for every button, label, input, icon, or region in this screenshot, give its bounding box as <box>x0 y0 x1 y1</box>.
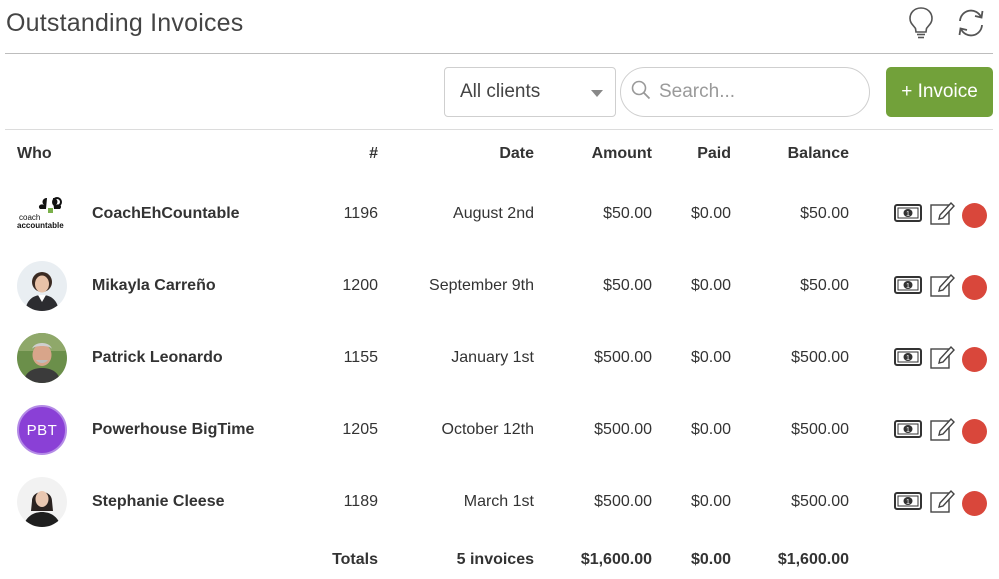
table-row[interactable]: Stephanie Cleese 1189 March 1st $500.00 $0.0… <box>0 466 999 538</box>
toolbar-divider <box>5 129 993 130</box>
refresh-icon[interactable] <box>953 4 989 42</box>
title-divider <box>5 53 993 54</box>
search-icon <box>631 80 651 105</box>
invoice-number[interactable]: 1205 <box>300 421 378 439</box>
invoice-paid: $0.00 <box>690 421 731 438</box>
invoice-balance: $500.00 <box>791 493 849 510</box>
svg-text:1: 1 <box>906 355 910 362</box>
svg-text:1: 1 <box>906 283 910 290</box>
search-box[interactable] <box>620 67 870 117</box>
invoice-date: August 2nd <box>453 205 534 222</box>
invoice-number[interactable]: 1200 <box>300 277 378 295</box>
edit-icon[interactable] <box>929 272 955 303</box>
invoice-balance: $50.00 <box>800 205 849 222</box>
totals-balance: $1,600.00 <box>777 551 849 568</box>
row-actions: 1 <box>894 200 987 231</box>
client-name-link[interactable]: Patrick Leonardo <box>92 349 223 367</box>
delete-dot-icon[interactable] <box>962 275 987 300</box>
money-bill-icon[interactable]: 1 <box>894 419 922 444</box>
column-header-balance[interactable]: Balance <box>750 145 849 163</box>
avatar[interactable] <box>17 333 67 383</box>
invoice-paid: $0.00 <box>690 205 731 222</box>
invoice-amount: $50.00 <box>603 277 652 294</box>
column-header-amount[interactable]: Amount <box>560 145 652 163</box>
edit-icon[interactable] <box>929 344 955 375</box>
money-bill-icon[interactable]: 1 <box>894 491 922 516</box>
logo-text-line2: accountable <box>17 221 64 230</box>
table-row[interactable]: coach accountable CoachEhCountable 1196 Augu… <box>0 178 999 250</box>
delete-dot-icon[interactable] <box>962 491 987 516</box>
delete-dot-icon[interactable] <box>962 347 987 372</box>
client-name-link[interactable]: Powerhouse BigTime <box>92 421 254 439</box>
avatar[interactable]: PBT <box>17 405 67 455</box>
row-actions: 1 <box>894 488 987 519</box>
column-header-paid[interactable]: Paid <box>670 145 731 163</box>
avatar[interactable] <box>17 261 67 311</box>
client-filter-select[interactable]: All clients <box>444 67 616 117</box>
invoice-amount: $500.00 <box>594 349 652 366</box>
invoice-amount: $500.00 <box>594 421 652 438</box>
invoice-number[interactable]: 1189 <box>300 493 378 511</box>
invoice-date: October 12th <box>441 421 535 438</box>
edit-icon[interactable] <box>929 200 955 231</box>
client-filter-value: All clients <box>460 81 541 102</box>
invoice-paid: $0.00 <box>690 493 731 510</box>
svg-text:1: 1 <box>906 211 910 218</box>
delete-dot-icon[interactable] <box>962 419 987 444</box>
totals-count: 5 invoices <box>456 551 534 568</box>
invoice-date: March 1st <box>463 493 534 510</box>
invoice-balance: $500.00 <box>791 349 849 366</box>
row-actions: 1 <box>894 344 987 375</box>
invoice-date: September 9th <box>429 277 534 294</box>
invoice-paid: $0.00 <box>690 349 731 366</box>
invoice-number[interactable]: 1196 <box>300 205 378 223</box>
column-header-number[interactable]: # <box>340 145 378 163</box>
client-name-link[interactable]: Stephanie Cleese <box>92 493 225 511</box>
edit-icon[interactable] <box>929 488 955 519</box>
header-actions <box>903 4 989 42</box>
table-row[interactable]: Mikayla Carreño 1200 September 9th $50.00 $0… <box>0 250 999 322</box>
column-header-who[interactable]: Who <box>17 145 52 163</box>
svg-text:1: 1 <box>906 499 910 506</box>
svg-text:1: 1 <box>906 427 910 434</box>
invoice-balance: $500.00 <box>791 421 849 438</box>
table-row[interactable]: Patrick Leonardo 1155 January 1st $500.00 $0… <box>0 322 999 394</box>
invoice-paid: $0.00 <box>690 277 731 294</box>
totals-paid: $0.00 <box>690 551 731 568</box>
chevron-down-icon <box>591 90 603 97</box>
page-title: Outstanding Invoices <box>6 9 244 37</box>
invoice-amount: $50.00 <box>603 205 652 222</box>
invoice-number[interactable]: 1155 <box>300 349 378 367</box>
avatar[interactable]: coach accountable <box>17 189 67 239</box>
lightbulb-icon[interactable] <box>903 4 939 42</box>
table-row[interactable]: PBT Powerhouse BigTime 1205 October 12th $50… <box>0 394 999 466</box>
edit-icon[interactable] <box>929 416 955 447</box>
money-bill-icon[interactable]: 1 <box>894 203 922 228</box>
delete-dot-icon[interactable] <box>962 203 987 228</box>
add-invoice-button[interactable]: + Invoice <box>886 67 993 117</box>
avatar-initials: PBT <box>26 421 58 439</box>
totals-amount: $1,600.00 <box>580 551 652 568</box>
column-header-date[interactable]: Date <box>420 145 534 163</box>
row-actions: 1 <box>894 272 987 303</box>
money-bill-icon[interactable]: 1 <box>894 275 922 300</box>
invoice-balance: $50.00 <box>800 277 849 294</box>
money-bill-icon[interactable]: 1 <box>894 347 922 372</box>
search-input[interactable] <box>659 81 849 103</box>
totals-label: Totals <box>332 551 378 568</box>
invoice-amount: $500.00 <box>594 493 652 510</box>
invoice-date: January 1st <box>451 349 534 366</box>
row-actions: 1 <box>894 416 987 447</box>
client-name-link[interactable]: CoachEhCountable <box>92 205 240 223</box>
client-name-link[interactable]: Mikayla Carreño <box>92 277 216 295</box>
avatar[interactable] <box>17 477 67 527</box>
